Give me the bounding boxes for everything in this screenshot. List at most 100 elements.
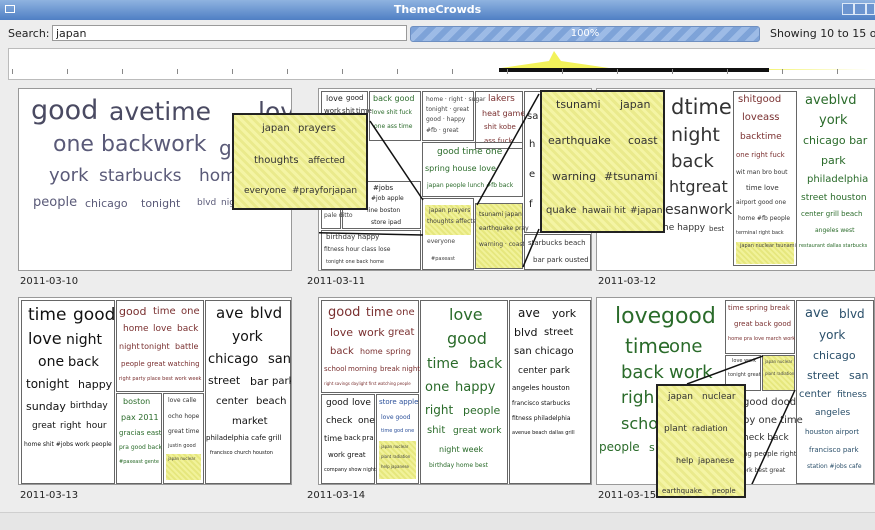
cloud-word: night [66, 332, 103, 348]
popup-word: earthquake [662, 487, 702, 495]
cloud-word: love [352, 398, 371, 408]
cloud-word: great [388, 327, 415, 338]
popup-word: #prayforjapan [292, 186, 358, 196]
cloud-word: center park [518, 366, 570, 376]
popup-word: help [676, 456, 694, 465]
cloud-word: time love [746, 184, 779, 192]
timeline-tick [67, 69, 68, 74]
cloud-word: starbucks [99, 166, 182, 186]
maximize-icon[interactable] [854, 3, 866, 15]
panel-date-label: 2011-03-10 [20, 276, 79, 287]
popup-word: nuclear [702, 392, 736, 402]
cloud-word: beach [256, 396, 287, 407]
popup-word: everyone [244, 186, 287, 196]
popup-word: prayers [298, 123, 336, 134]
timeline-selection[interactable] [499, 68, 769, 72]
cloud-word: one [425, 380, 450, 395]
timeline-tick [12, 69, 13, 74]
cloud-word: francisco starbucks [512, 400, 571, 407]
cloud-word: love [28, 329, 62, 348]
cloud-word: blvd [250, 304, 283, 322]
panel-date-label: 2011-03-14 [307, 490, 366, 501]
cloud-word: one [358, 416, 375, 426]
cloud-word: happy [78, 378, 113, 391]
cloud-word: chicago [208, 352, 259, 367]
cloud-word: wit man bro bout [736, 169, 788, 176]
cloud-word: tonight [26, 377, 69, 391]
timeline-tick [837, 69, 838, 74]
cloud-word: #paxeast gente [119, 459, 159, 465]
cloud-word: one right fuck [736, 151, 785, 159]
cloud-cell: love good time back one happy right peop… [420, 300, 508, 484]
cloud-word: break [380, 365, 400, 373]
cloud-word: home [360, 347, 383, 356]
cloud-word: blvd [514, 326, 538, 339]
cloud-word: time [324, 434, 343, 443]
cloud-word: right [60, 421, 82, 431]
cloud-word: people [33, 195, 78, 210]
cloud-cell: boston pax 2011 gracias east pra good ba… [116, 393, 162, 484]
japan-theme-popup[interactable]: japan prayers thoughts affected everyone… [232, 113, 368, 210]
cloud-word: battle [175, 342, 199, 351]
cloud-word: love calle [168, 397, 197, 404]
cloud-word: one [396, 307, 415, 318]
cloud-word: pra [362, 434, 374, 442]
cloud-word: japan nuclear tsunami [740, 243, 796, 249]
timeline-chart[interactable] [8, 48, 875, 80]
cloud-cell: good time one home love back night tonig… [116, 300, 204, 392]
cloud-word: gracias east [119, 429, 162, 437]
cloud-panel-2011-03-14[interactable]: good time one love work great back home … [318, 297, 592, 485]
status-bar [0, 512, 875, 530]
popup-word: earthquake [548, 134, 611, 147]
cloud-word: terminal right back [736, 230, 784, 236]
tsunami-theme-popup[interactable]: tsunami japan earthquake coast warning #… [540, 90, 665, 233]
japan-highlight: japan nuclear plant radiation help japan… [379, 441, 416, 479]
cloud-word: time [427, 356, 459, 372]
cloud-word: shit [427, 425, 446, 436]
popup-word: radiation [692, 424, 728, 433]
cloud-word: help japanese [381, 464, 410, 469]
cloud-cell: ave york blvd street san chicago center … [509, 300, 591, 484]
timeline-tick [452, 69, 453, 74]
cloud-cell: good love check one time back pra work g… [321, 394, 376, 484]
cloud-word: right [425, 403, 454, 417]
cloud-word: dtime [671, 95, 732, 119]
minimize-icon[interactable] [842, 3, 854, 15]
cloud-word: school [324, 365, 347, 373]
search-input[interactable] [52, 25, 407, 41]
cloud-word: time god one [381, 428, 415, 434]
cloud-word: spring [386, 347, 411, 356]
cloud-cell: good time one love work great back home … [321, 300, 420, 393]
cloud-word: htgreat [669, 177, 728, 196]
cloud-word: store [379, 398, 397, 406]
cloud-word: he happy [663, 223, 706, 233]
cloud-word: night week [439, 445, 484, 454]
cloud-word: home shit #jobs work people [24, 441, 112, 448]
cloud-word: time [153, 306, 176, 317]
cloud-word: people great watching [121, 360, 200, 368]
timeline-tick [232, 69, 233, 74]
panel-date-label: 2011-03-12 [598, 276, 657, 287]
cloud-word: avetime [109, 97, 211, 126]
cloud-word: angeles houston [512, 384, 570, 392]
cloud-word: morning [348, 365, 378, 373]
popup-word: japan [262, 123, 290, 134]
cloud-cell: love calle ocho hope great time justin g… [163, 393, 204, 484]
nuclear-theme-popup[interactable]: japan nuclear plant radiation help japan… [656, 384, 746, 498]
cloud-word: backtime [740, 132, 782, 142]
cloud-word: birthday home best [429, 462, 488, 469]
cloud-panel-2011-03-13[interactable]: time good love night one back tonight ha… [18, 297, 292, 485]
timeline-tick [782, 69, 783, 74]
popup-word: #japan [630, 206, 663, 216]
cloud-word: francisco church houston [210, 450, 273, 456]
cloud-cell: ave blvd york chicago san street bar par… [205, 300, 291, 484]
cloud-word: night [119, 342, 140, 351]
cloud-word: good [328, 305, 361, 320]
cloud-word: back [177, 324, 199, 334]
cloud-word: york [49, 165, 89, 186]
close-icon[interactable] [866, 3, 875, 15]
timeline-tick [122, 69, 123, 74]
cloud-word: center [216, 396, 249, 407]
timeline-tick [672, 69, 673, 74]
cloud-word: one [53, 132, 94, 157]
